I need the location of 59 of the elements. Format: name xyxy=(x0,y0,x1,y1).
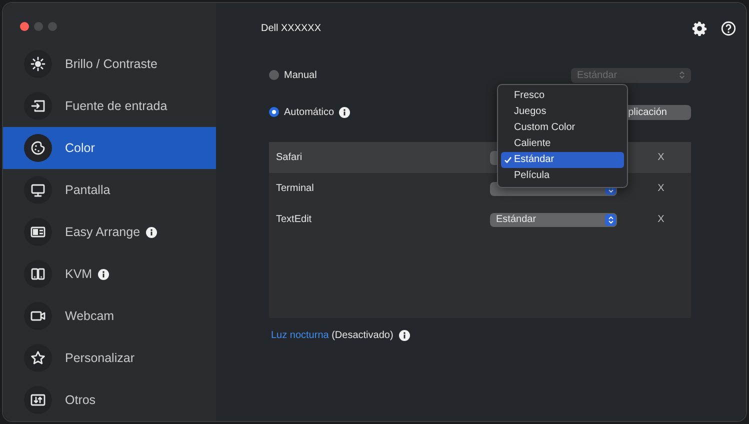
remove-button[interactable]: X xyxy=(617,183,691,194)
monitor-icon xyxy=(30,182,46,198)
info-icon[interactable] xyxy=(399,330,410,341)
sun-icon xyxy=(30,56,46,72)
menu-item-label: Película xyxy=(514,170,550,181)
sidebar-item[interactable]: Color xyxy=(3,127,216,169)
sidebar-item[interactable]: Pantalla xyxy=(3,169,216,211)
remove-button[interactable]: X xyxy=(617,214,691,225)
menu-item-label: Estándar xyxy=(514,154,554,165)
star-icon xyxy=(30,350,46,366)
info-icon[interactable] xyxy=(146,226,158,238)
sidebar-item[interactable]: Otros xyxy=(3,379,216,421)
stepper-icon xyxy=(605,214,616,226)
sidebar-item[interactable]: KVM xyxy=(3,253,216,295)
two-screens-icon xyxy=(30,266,46,282)
night-light-text: Luz nocturna (Desactivado) xyxy=(271,330,394,341)
info-icon[interactable] xyxy=(98,268,110,280)
settings-icon[interactable] xyxy=(692,20,707,36)
app-name: TextEdit xyxy=(276,214,312,225)
sidebar-item[interactable]: Fuente de entrada xyxy=(3,85,216,127)
sidebar-label: Color xyxy=(65,141,95,155)
menu-item[interactable]: Juegos xyxy=(501,104,624,120)
sidebar-label: Pantalla xyxy=(65,183,110,197)
window-title: Dell XXXXXX xyxy=(261,22,322,34)
layout-icon xyxy=(30,224,46,240)
sidebar-label: Easy Arrange xyxy=(65,225,140,239)
radio-label: Manual xyxy=(284,70,317,80)
menu-item-label: Fresco xyxy=(514,90,545,101)
sidebar-label: Fuente de entrada xyxy=(65,99,168,113)
adjust-icon xyxy=(30,392,46,408)
radio-button[interactable]: Automático xyxy=(269,106,334,118)
preset-select[interactable]: Estándar xyxy=(490,212,617,226)
close-button[interactable] xyxy=(20,22,29,31)
menu-item[interactable]: Fresco xyxy=(501,88,624,104)
menu-item-label: Juegos xyxy=(514,106,546,117)
night-light-link[interactable]: Luz nocturna xyxy=(271,330,329,341)
sidebar-label: Personalizar xyxy=(65,351,134,365)
sidebar-label: KVM xyxy=(65,267,92,281)
app-name: Safari xyxy=(276,152,302,163)
checkmark-icon xyxy=(504,156,512,164)
radio-button[interactable]: Manual xyxy=(269,70,317,80)
help-icon[interactable] xyxy=(721,20,736,36)
sidebar-item[interactable]: Personalizar xyxy=(3,337,216,379)
app-name: Terminal xyxy=(276,183,314,194)
sidebar-label: Webcam xyxy=(65,309,114,323)
sidebar-item[interactable]: Webcam xyxy=(3,295,216,337)
select-value: Estándar xyxy=(496,214,538,225)
info-icon[interactable] xyxy=(339,106,350,118)
menu-item-label: Custom Color xyxy=(514,122,576,133)
sidebar-label: Brillo / Contraste xyxy=(65,57,158,71)
sidebar-label: Otros xyxy=(65,393,96,407)
menu-item[interactable]: Custom Color xyxy=(501,120,624,136)
input-source-icon xyxy=(30,98,46,114)
menu-item[interactable]: Estándar xyxy=(501,152,624,168)
sidebar-item[interactable]: Easy Arrange xyxy=(3,211,216,253)
sidebar-item[interactable]: Brillo / Contraste xyxy=(3,43,216,85)
radio-label: Automático xyxy=(284,106,334,118)
palette-icon xyxy=(30,140,46,156)
stepper-icon xyxy=(679,71,685,79)
